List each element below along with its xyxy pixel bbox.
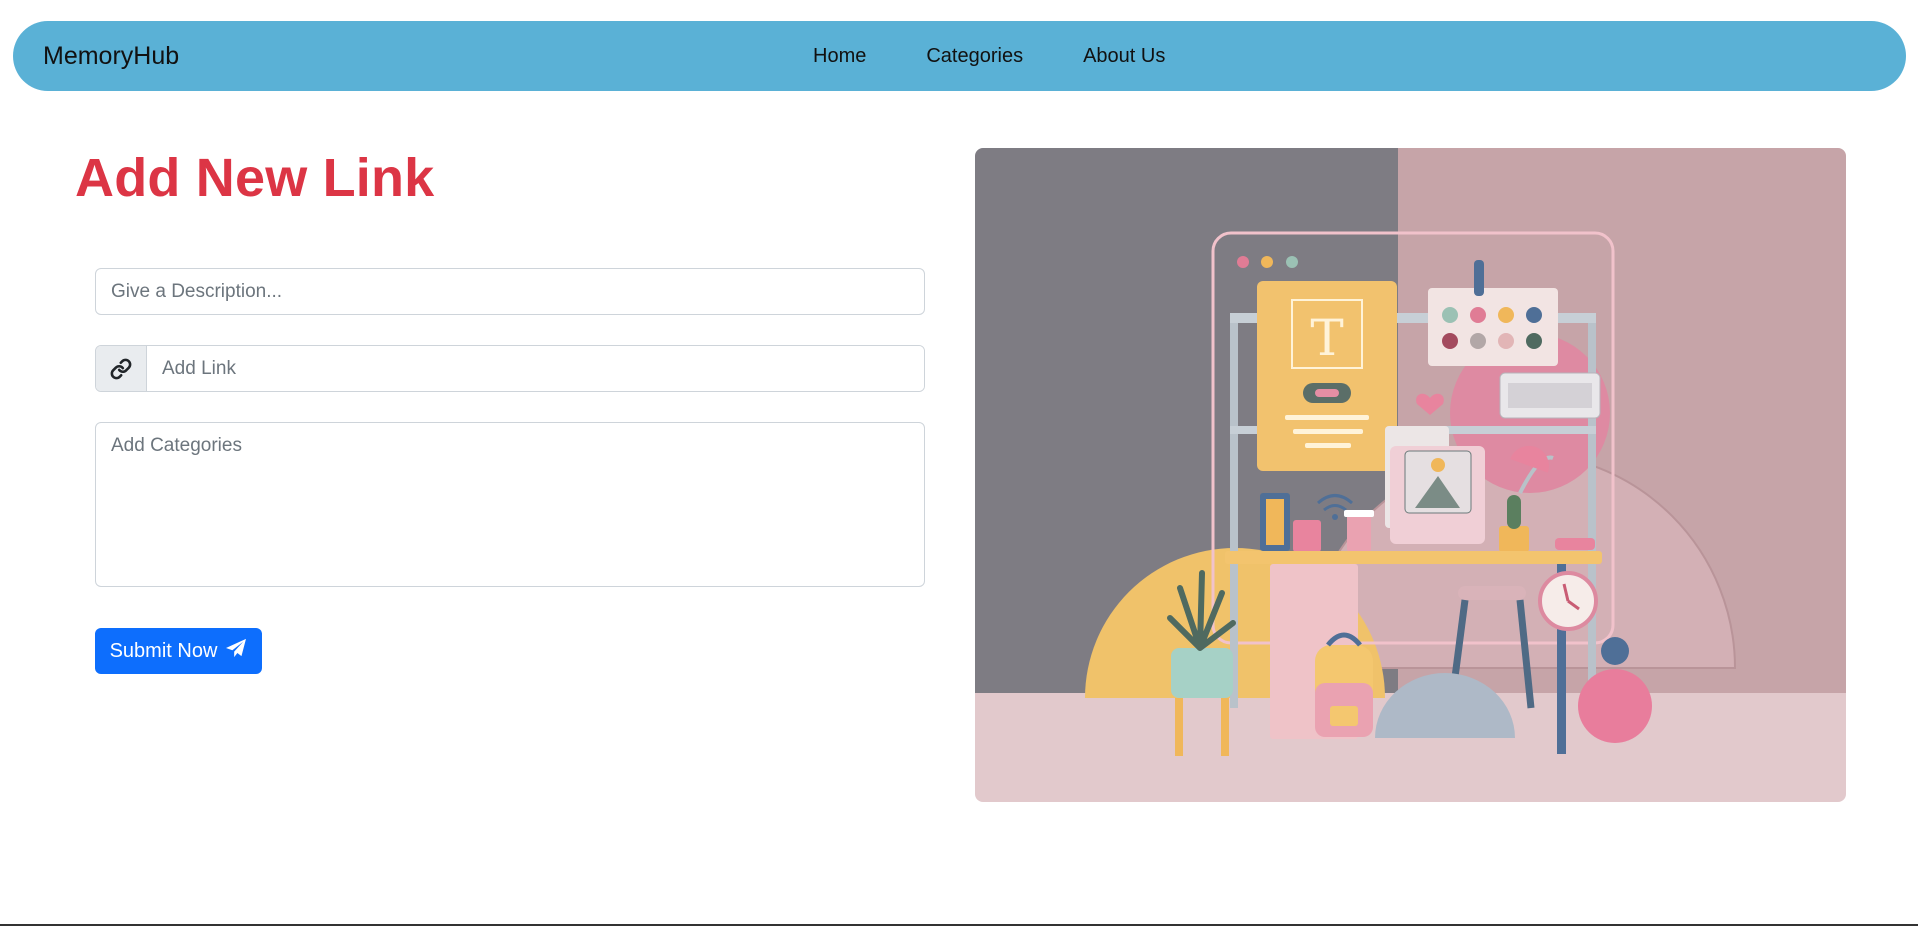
- nav-links: Home Categories About Us: [813, 21, 1225, 91]
- workspace-illustration: T: [975, 148, 1846, 802]
- nav-link-home[interactable]: Home: [813, 21, 866, 91]
- description-input[interactable]: [95, 268, 925, 315]
- hero-illustration: T: [975, 148, 1846, 802]
- link-input-group: [95, 345, 925, 392]
- navbar: MemoryHub Home Categories About Us: [13, 21, 1906, 91]
- link-icon: [96, 346, 147, 391]
- brand-logo[interactable]: MemoryHub: [43, 21, 179, 91]
- svg-text:T: T: [1310, 309, 1343, 367]
- categories-textarea[interactable]: [95, 422, 925, 587]
- submit-button-label: Submit Now: [109, 639, 218, 662]
- submit-button[interactable]: Submit Now: [95, 628, 262, 674]
- nav-link-about-us[interactable]: About Us: [1083, 21, 1165, 91]
- link-input[interactable]: [147, 346, 924, 391]
- paper-plane-icon: [225, 638, 247, 664]
- page-title: Add New Link: [75, 148, 435, 208]
- nav-link-categories[interactable]: Categories: [926, 21, 1023, 91]
